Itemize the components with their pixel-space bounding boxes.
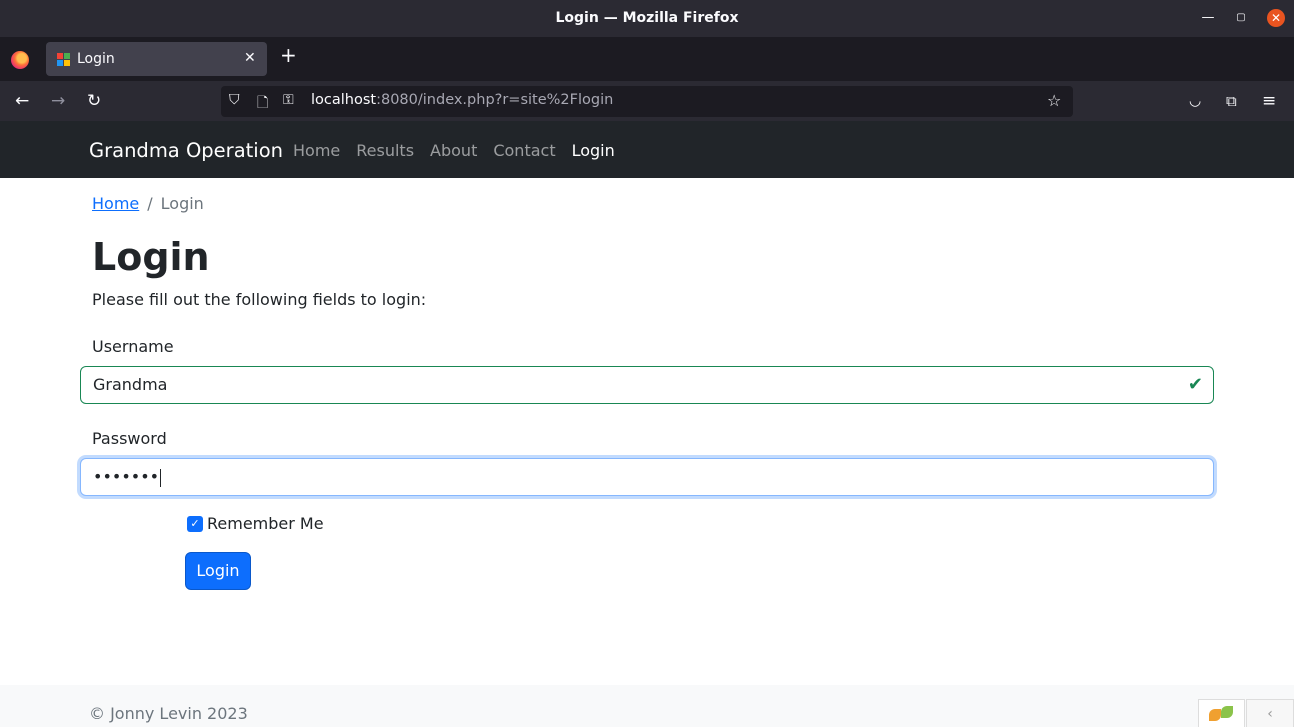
page-info-icon[interactable]: 🗋 [257, 92, 268, 116]
nav-about[interactable]: About [430, 141, 477, 160]
yii-favicon-icon [57, 53, 70, 66]
close-window-icon[interactable]: ✕ [1267, 9, 1285, 27]
extensions-icon[interactable]: ⧉ [1226, 91, 1237, 111]
debug-toolbar-toggle-icon[interactable]: ‹ [1246, 699, 1294, 727]
bookmark-star-icon[interactable]: ☆ [1047, 91, 1061, 110]
breadcrumb-separator: / [147, 194, 153, 213]
tab-bar: Login ✕ ⌄ [0, 37, 1294, 101]
nav-contact[interactable]: Contact [493, 141, 555, 160]
copyright-text: © Jonny Levin 2023 [89, 704, 248, 723]
yii-debug-logo-icon[interactable] [1198, 699, 1245, 727]
tab-close-icon[interactable]: ✕ [244, 50, 256, 66]
tracking-shield-icon[interactable]: ⛉ [229, 92, 240, 108]
password-input[interactable]: ••••••• [80, 458, 1214, 496]
breadcrumb: Home / Login [92, 194, 204, 213]
nav-results[interactable]: Results [356, 141, 414, 160]
password-label: Password [92, 429, 167, 448]
nav-home[interactable]: Home [293, 141, 340, 160]
page-title: Login [92, 235, 210, 279]
username-input[interactable]: Grandma ✔ [80, 366, 1214, 404]
browser-toolbar: ← → ↻ ⛉ 🗋 ⚿ localhost:8080/index.php?r=s… [0, 81, 1294, 121]
maximize-icon[interactable]: ▢ [1232, 9, 1250, 27]
site-navbar: Grandma Operation Home Results About Con… [0, 121, 1294, 178]
url-text[interactable]: localhost:8080/index.php?r=site%2Flogin [311, 92, 613, 108]
intro-text: Please fill out the following fields to … [92, 290, 427, 309]
breadcrumb-current: Login [160, 194, 204, 213]
forward-icon[interactable]: → [51, 91, 65, 111]
key-icon[interactable]: ⚿ [283, 92, 294, 108]
window-titlebar: Login — Mozilla Firefox — ▢ ✕ [0, 0, 1294, 37]
window-title: Login — Mozilla Firefox [555, 10, 739, 26]
tab-title: Login [77, 51, 115, 67]
text-cursor [160, 468, 162, 487]
username-value: Grandma [93, 375, 168, 394]
brand-link[interactable]: Grandma Operation [89, 139, 283, 162]
new-tab-button[interactable]: + [280, 45, 297, 65]
nav-login[interactable]: Login [572, 141, 615, 160]
nav-links: Home Results About Contact Login [293, 141, 615, 160]
minimize-icon[interactable]: — [1199, 9, 1217, 27]
firefox-logo-icon[interactable] [11, 51, 29, 69]
menu-icon[interactable]: ≡ [1262, 91, 1276, 111]
login-button[interactable]: Login [185, 552, 251, 590]
remember-me-label[interactable]: Remember Me [207, 514, 324, 533]
tab-login[interactable]: Login ✕ [46, 42, 267, 76]
pocket-icon[interactable]: ◡ [1189, 91, 1201, 111]
reload-icon[interactable]: ↻ [87, 91, 101, 111]
url-bar[interactable]: ⛉ 🗋 ⚿ localhost:8080/index.php?r=site%2F… [221, 86, 1073, 117]
password-value: ••••••• [93, 467, 160, 486]
username-label: Username [92, 337, 174, 356]
valid-check-icon: ✔ [1187, 374, 1203, 395]
breadcrumb-home[interactable]: Home [92, 194, 139, 213]
footer: © Jonny Levin 2023 ‹ [0, 685, 1294, 727]
remember-me-checkbox[interactable]: ✓ [187, 516, 203, 532]
back-icon[interactable]: ← [15, 91, 29, 111]
